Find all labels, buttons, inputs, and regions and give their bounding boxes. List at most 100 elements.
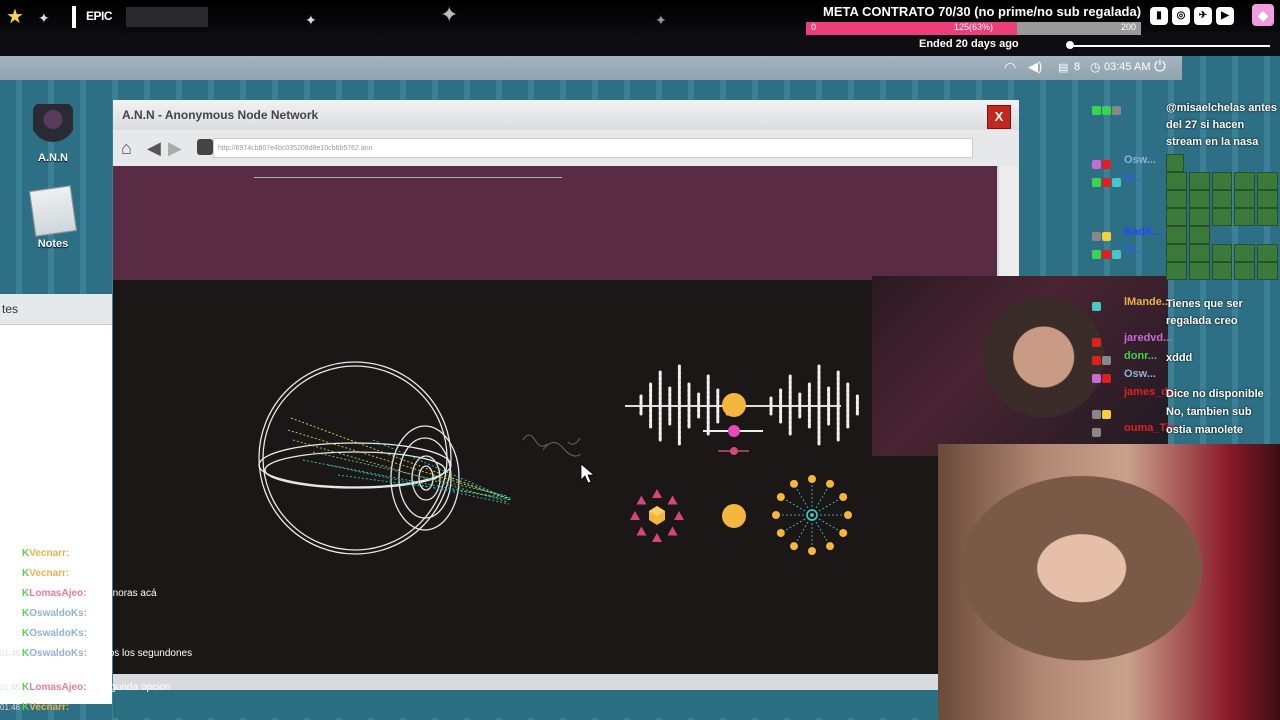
ring-triangle <box>652 533 662 542</box>
badge-icons <box>1092 298 1128 311</box>
chat-text: la segunda opcion <box>89 682 171 693</box>
chat-text: somos los segundones <box>89 648 193 659</box>
volume-icon[interactable]: ◀) <box>1028 59 1042 75</box>
badge-icons <box>1092 334 1128 347</box>
ring-triangle <box>636 495 647 505</box>
burst-node <box>839 529 848 537</box>
window-title: A.N.N - Anonymous Node Network <box>122 108 319 122</box>
ring-triangle <box>667 495 678 505</box>
home-icon[interactable]: ⌂ <box>121 138 132 159</box>
burst-node <box>826 479 834 488</box>
burst-node <box>772 511 780 519</box>
emote-row <box>1166 154 1184 172</box>
twitch-icon: ▮ <box>1150 7 1168 25</box>
star-icon: ★ <box>6 6 24 28</box>
burst-node <box>776 493 785 501</box>
notes-window-title: tes <box>0 294 112 325</box>
chat-message: KOswaldoKs: <box>0 628 87 644</box>
ended-dot <box>1066 41 1074 49</box>
chat-message: 01:46 KVecnarr: <box>0 702 69 718</box>
goal-title: META CONTRATO 70/30 (no prime/no sub reg… <box>823 4 1142 19</box>
taskbar-clock: 03:45 AM <box>1104 61 1151 73</box>
close-button[interactable]: X <box>987 105 1011 129</box>
browser-toolbar: ⌂ ◀ ▶ http://6974cb807e4bc035208d8e10cb6… <box>113 130 1019 167</box>
wifi-icon[interactable]: ◠ <box>1004 59 1016 76</box>
back-arrow-icon[interactable]: ◀ <box>147 138 161 159</box>
ring-triangle <box>652 489 662 498</box>
badge-icons <box>1092 102 1128 115</box>
hacker-icon <box>33 104 73 148</box>
chat-username: Vecnarr: <box>29 702 70 713</box>
stream-overlay-topbar: ★ ✦ ✦ ✦ ✦ EPIC META CONTRATO 70/30 (no p… <box>0 0 1280 35</box>
emote-wall <box>1166 172 1278 248</box>
badge-icons <box>1092 246 1128 259</box>
burst-node <box>808 475 816 483</box>
chat-username: Ni... <box>1124 172 1145 184</box>
chat-text: Tienes que ser regalada creo <box>1166 298 1243 327</box>
chat-username: jaredvd... <box>1124 332 1173 344</box>
ring-triangle <box>674 511 684 520</box>
chat-message: KVecnarr: <box>0 568 69 584</box>
chat-username: Vecnarr: <box>29 548 70 559</box>
badge-icons <box>1092 156 1128 169</box>
chat-username: lMande... <box>1124 296 1172 308</box>
webcam-streamer-2 <box>938 444 1280 720</box>
chat-message: 01:45 KLomasAjeo: la segunda opcion <box>0 682 170 698</box>
chat-time: 01:45 <box>0 683 21 692</box>
ended-text: Ended 20 days ago <box>919 38 1019 50</box>
chat-text: @misaelchelas antes del 27 si hacen stre… <box>1166 102 1278 148</box>
pink-node <box>728 425 740 437</box>
ring-triangle <box>667 526 678 536</box>
social-links: ▮ ◎ ✈ ▶ <box>1150 7 1234 25</box>
burst-node <box>844 511 852 519</box>
chat-overlay-right: @misaelchelas antes del 27 si hacen stre… <box>1092 100 1280 440</box>
speaker-icon[interactable]: ▤ <box>1058 61 1068 74</box>
instagram-icon: ◎ <box>1172 7 1190 25</box>
chat-text: xddd <box>1166 352 1193 364</box>
desktop-icon-ann[interactable]: A.N.N <box>23 104 83 164</box>
chat-username: OswaldoKs: <box>29 608 88 619</box>
badge-icons <box>1092 352 1128 365</box>
sparkle-icon: ✦ <box>655 12 667 28</box>
desktop-icon-notes[interactable]: Notes <box>23 185 83 250</box>
chat-overlay-left: KVecnarr: KVecnarr: KLomasAjeo: los igno… <box>0 530 240 720</box>
notes-icon <box>29 185 77 237</box>
desktop-icon-label: A.N.N <box>38 152 68 164</box>
page-header-band <box>113 166 997 280</box>
burst-node <box>790 542 798 551</box>
burst-node <box>839 493 848 501</box>
eye-drawing <box>258 361 460 555</box>
twitter-icon: ✈ <box>1194 7 1212 25</box>
ann-titlebar[interactable]: A.N.N - Anonymous Node Network X <box>113 100 1019 130</box>
taskbar: ◠ ◀) ▤ 8 ◷ 03:45 AM ⏻ <box>0 56 1182 80</box>
yellow-node-center <box>722 504 746 528</box>
epic-logo: EPIC <box>86 9 113 23</box>
ring-triangle <box>630 511 640 520</box>
power-icon[interactable]: ⏻ <box>1154 58 1166 75</box>
pink-node-small <box>730 447 738 455</box>
chat-username: LomasAjeo: <box>29 682 87 693</box>
goal-progress-text: 125(63%) <box>953 22 994 32</box>
badge-icons <box>1092 406 1128 419</box>
notification-count[interactable]: 8 <box>1074 61 1080 73</box>
badge-icons <box>1092 370 1128 383</box>
chat-time: 01:46 <box>0 703 21 712</box>
chat-username: OswaldoKs: <box>29 628 88 639</box>
page-header-line <box>254 177 562 178</box>
badge-icons <box>1092 424 1128 437</box>
chat-message: KLomasAjeo: los ignoras acá <box>0 588 157 604</box>
scribble <box>522 434 582 457</box>
chat-username: Osw... <box>1124 368 1156 380</box>
forward-arrow-icon[interactable]: ▶ <box>168 138 182 159</box>
chat-message: KVecnarr: <box>0 548 69 564</box>
url-bar[interactable]: http://6974cb807e4bc035208d8e10cb6b5762.… <box>213 138 973 158</box>
burst-node <box>808 547 816 555</box>
scrollbar[interactable] <box>999 166 1019 276</box>
emote <box>1166 154 1184 172</box>
burst-node <box>776 529 785 537</box>
emote-wall <box>1166 244 1278 280</box>
chat-username: Vecnarr: <box>29 568 70 579</box>
epic-name-box <box>126 7 208 27</box>
chat-username: donr... <box>1124 350 1157 362</box>
ended-divider <box>1070 45 1270 47</box>
